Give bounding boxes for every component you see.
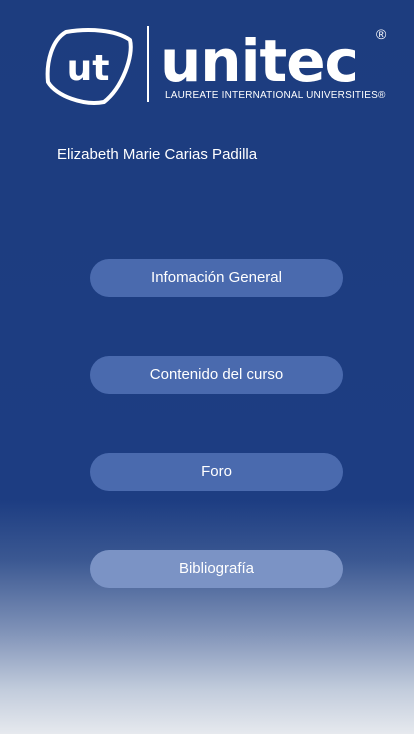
forum-button[interactable]: Foro: [90, 453, 343, 491]
bibliography-button[interactable]: Bibliografía: [90, 550, 343, 588]
logo-divider: [147, 26, 149, 102]
header: ut unitec ® LAUREATE INTERNATIONAL UNIVE…: [0, 0, 414, 120]
general-info-button[interactable]: Infomación General: [90, 259, 343, 297]
registered-mark: ®: [376, 26, 387, 42]
user-name: Elizabeth Marie Carias Padilla: [57, 146, 258, 163]
logo-wordmark: unitec: [160, 27, 359, 95]
logo-mark-text: ut: [67, 48, 110, 89]
unitec-logo-icon: ut: [45, 28, 133, 105]
course-content-button[interactable]: Contenido del curso: [90, 356, 343, 394]
logo-tagline: LAUREATE INTERNATIONAL UNIVERSITIES®: [165, 90, 386, 101]
